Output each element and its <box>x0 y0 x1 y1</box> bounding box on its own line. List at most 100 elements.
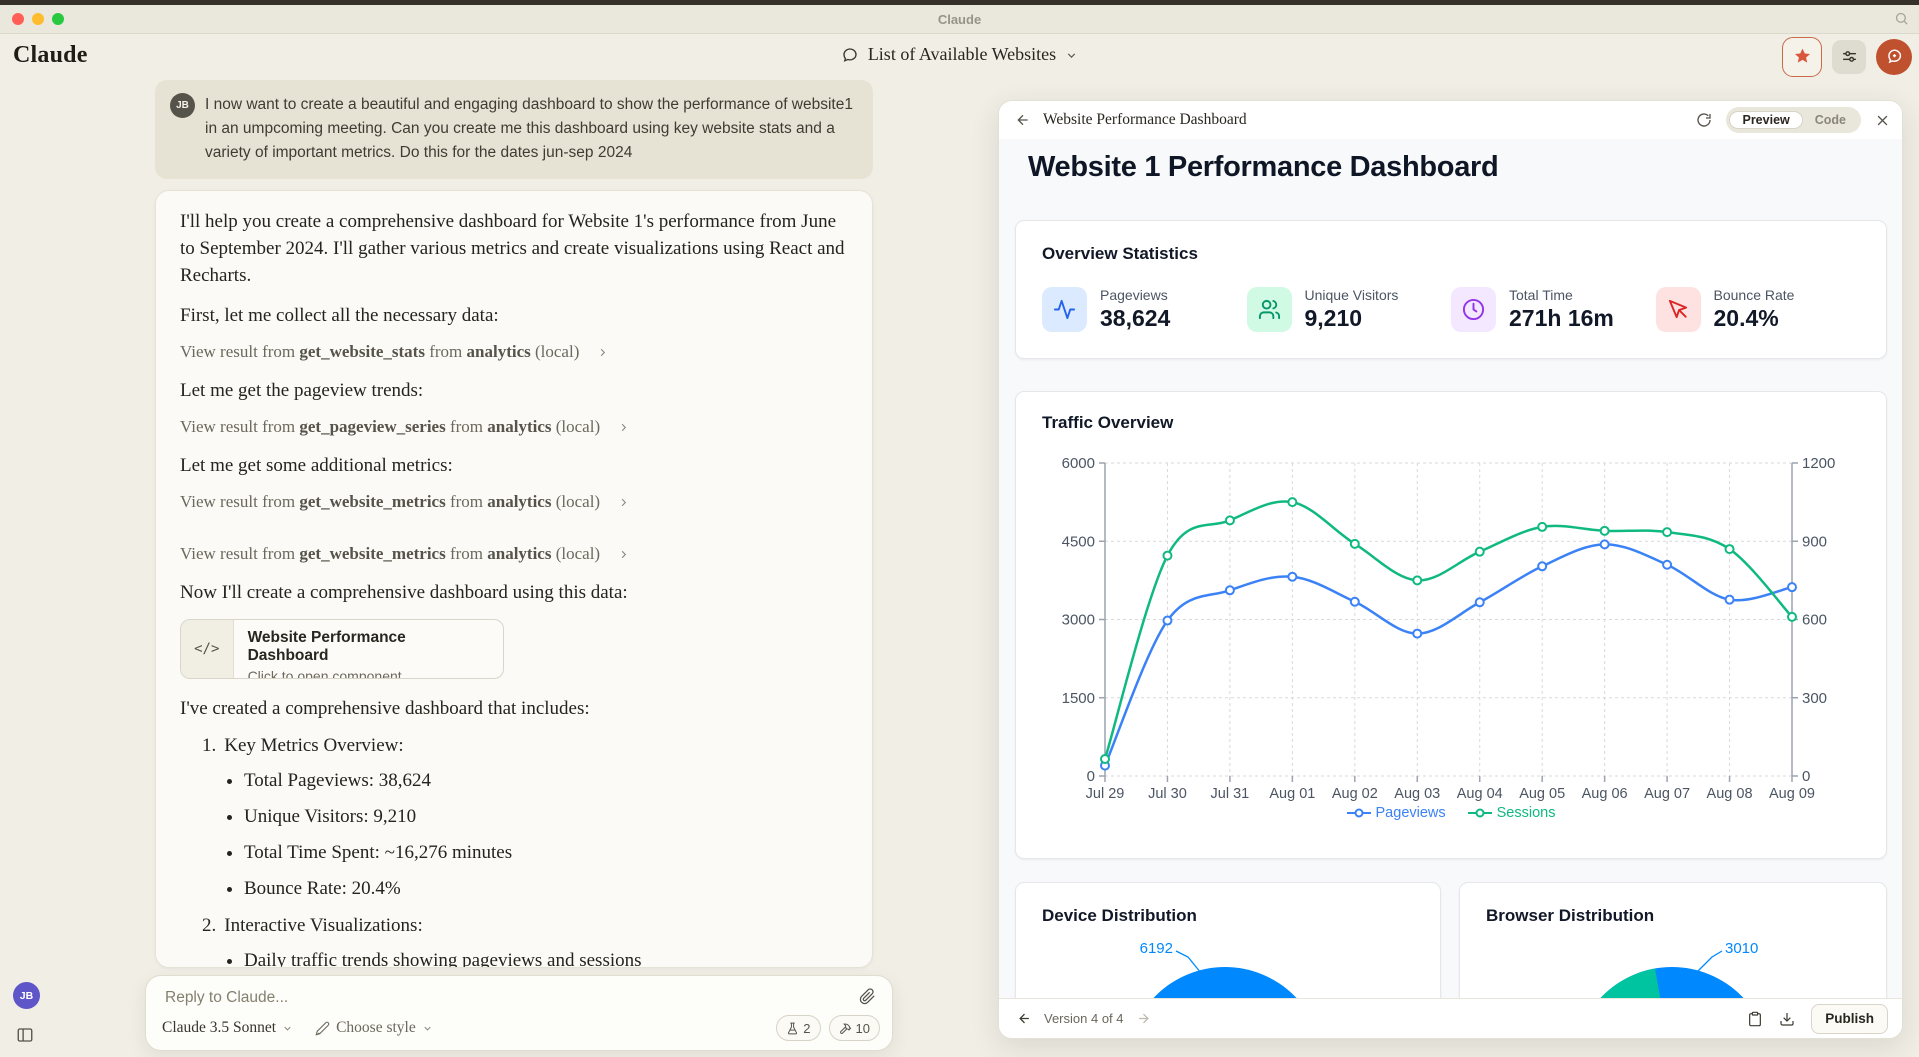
copy-button[interactable] <box>1747 1011 1763 1027</box>
svg-text:Aug 02: Aug 02 <box>1332 786 1378 802</box>
legend-item-sessions[interactable]: Sessions <box>1467 805 1555 821</box>
chevron-right-icon <box>618 422 629 433</box>
star-button[interactable] <box>1782 36 1822 77</box>
pageviews-point <box>1287 571 1298 582</box>
assistant-numbered-list: 1.Key Metrics Overview: Total Pageviews:… <box>186 735 848 967</box>
overview-statistics-card: Overview Statistics Pageviews 38,624 Uni <box>1015 220 1887 359</box>
sidebar-toggle-button[interactable] <box>16 1026 34 1044</box>
code-icon: </> <box>181 620 234 678</box>
assistant-paragraph: Let me get some additional metrics: <box>180 455 453 476</box>
refresh-button[interactable] <box>1696 112 1712 128</box>
pageviews-point <box>1787 582 1797 593</box>
refresh-icon <box>1697 113 1712 127</box>
artifact-chip-title: Website Performance Dashboard <box>247 629 406 664</box>
pie-slice-label: 3010 <box>1725 940 1758 957</box>
download-button[interactable] <box>1779 1011 1795 1027</box>
publish-button[interactable]: Publish <box>1811 1003 1888 1034</box>
device-pie-chart: 6192 <box>1140 940 1297 998</box>
artifact-header: Website Performance Dashboard Preview Co… <box>999 101 1902 139</box>
card-title: Device Distribution <box>1042 906 1197 925</box>
tool-result-link[interactable]: View result from get_website_metrics fro… <box>180 492 848 512</box>
tool-result-link[interactable]: View result from get_website_metrics fro… <box>180 544 848 564</box>
settings-sliders-button[interactable] <box>1832 39 1866 74</box>
search-icon[interactable] <box>1894 11 1909 26</box>
assistant-paragraph: First, let me collect all the necessary … <box>180 305 499 326</box>
svg-text:1200: 1200 <box>1802 455 1835 472</box>
tool-result-link[interactable]: View result from get_website_stats from … <box>180 342 848 362</box>
svg-text:4500: 4500 <box>1062 533 1095 550</box>
svg-text:Jul 31: Jul 31 <box>1211 786 1250 802</box>
pageviews-point <box>1599 539 1610 550</box>
tool-result-link[interactable]: View result from get_pageview_series fro… <box>180 417 848 437</box>
artifact-panel: Website Performance Dashboard Preview Co… <box>998 100 1903 1039</box>
device-distribution-card: Device Distribution 6192 <box>1015 882 1441 998</box>
app-header: Claude List of Available Websites <box>0 33 1919 80</box>
research-count-badge[interactable]: 2 <box>776 1015 821 1041</box>
stat-total-time: Total Time 271h 16m <box>1451 287 1656 332</box>
model-name: Claude 3.5 Sonnet <box>162 1019 277 1036</box>
pageviews-point <box>1724 594 1735 605</box>
stat-unique-visitors: Unique Visitors 9,210 <box>1246 287 1452 332</box>
claude-app-window: Claude Claude List of Available Websites <box>0 0 1919 1057</box>
version-indicator: Version 4 of 4 <box>1044 1011 1124 1026</box>
sidebar-icon <box>17 1028 33 1042</box>
chat-bubble-icon <box>841 46 859 64</box>
tools-count-badge[interactable]: 10 <box>828 1015 880 1041</box>
pageviews-point <box>1474 597 1485 608</box>
style-label: Choose style <box>336 1019 416 1036</box>
pie-slice-label: 6192 <box>1140 940 1173 957</box>
account-avatar[interactable] <box>1876 38 1912 75</box>
close-artifact-button[interactable] <box>1875 113 1890 128</box>
traffic-overview-card: Traffic Overview 0 1500 3000 4500 6000 0 300 60… <box>1015 391 1887 859</box>
card-title: Overview Statistics <box>1042 244 1198 263</box>
arrow-right-icon <box>1138 1013 1149 1024</box>
traffic-line-chart: 0 1500 3000 4500 6000 0 300 600 900 1200 Jul 29 Jul… <box>1062 455 1836 802</box>
style-selector[interactable]: Choose style <box>315 1019 433 1037</box>
stat-bounce-rate: Bounce Rate 20.4% <box>1655 287 1861 332</box>
assistant-paragraph: I'll help you create a comprehensive das… <box>180 211 845 286</box>
pie-slice <box>1153 967 1297 998</box>
header-actions <box>1782 33 1912 80</box>
sessions-point <box>1287 497 1298 508</box>
sessions-line <box>1103 500 1793 760</box>
activity-icon <box>1042 287 1087 332</box>
back-button[interactable] <box>1011 108 1035 132</box>
sessions-point <box>1537 521 1548 532</box>
svg-text:300: 300 <box>1802 690 1827 707</box>
reply-input[interactable]: Reply to Claude... <box>165 989 288 1007</box>
svg-text:Aug 08: Aug 08 <box>1707 786 1753 802</box>
svg-text:Aug 03: Aug 03 <box>1394 786 1440 802</box>
arrow-left-icon <box>1017 114 1028 126</box>
tool-result-text: View result from get_website_metrics fro… <box>180 544 601 563</box>
previous-version-button[interactable] <box>1013 1009 1036 1028</box>
users-icon <box>1246 287 1292 332</box>
next-version-button[interactable] <box>1132 1009 1155 1028</box>
tool-result-text: View result from get_website_stats from … <box>180 342 580 361</box>
preview-tab[interactable]: Preview <box>1729 111 1803 129</box>
reply-composer[interactable]: Reply to Claude... Claude 3.5 Sonnet Cho… <box>145 975 893 1051</box>
user-profile-avatar[interactable]: JB <box>13 982 40 1009</box>
assistant-message: I'll help you create a comprehensive das… <box>155 190 873 968</box>
user-message: JB I now want to create a beautiful and … <box>155 80 873 179</box>
code-tab[interactable]: Code <box>1803 112 1858 128</box>
sessions-point <box>1787 611 1797 622</box>
list-item: Daily traffic trends showing pageviews a… <box>244 949 848 967</box>
svg-text:Aug 07: Aug 07 <box>1644 786 1690 802</box>
artifact-open-card[interactable]: </> Website Performance Dashboard Click … <box>180 619 504 679</box>
pageviews-point <box>1162 615 1173 626</box>
window-title: Claude <box>937 11 982 27</box>
legend-item-pageviews[interactable]: Pageviews <box>1346 805 1446 821</box>
list-item: 1.Key Metrics Overview: Total Pageviews:… <box>186 735 848 901</box>
sessions-point <box>1599 525 1610 536</box>
attachment-button[interactable] <box>859 988 876 1005</box>
pageviews-line <box>1103 543 1793 767</box>
svg-text:Jul 30: Jul 30 <box>1148 786 1187 802</box>
pageviews-point <box>1349 596 1360 607</box>
tools-count: 10 <box>855 1020 870 1036</box>
sliders-icon <box>1842 51 1856 62</box>
pen-icon <box>315 1021 330 1036</box>
svg-text:0: 0 <box>1087 768 1095 785</box>
conversation-title-dropdown[interactable]: List of Available Websites <box>0 44 1919 65</box>
model-selector[interactable]: Claude 3.5 Sonnet <box>162 1019 293 1037</box>
legend-marker-icon <box>1467 808 1492 818</box>
